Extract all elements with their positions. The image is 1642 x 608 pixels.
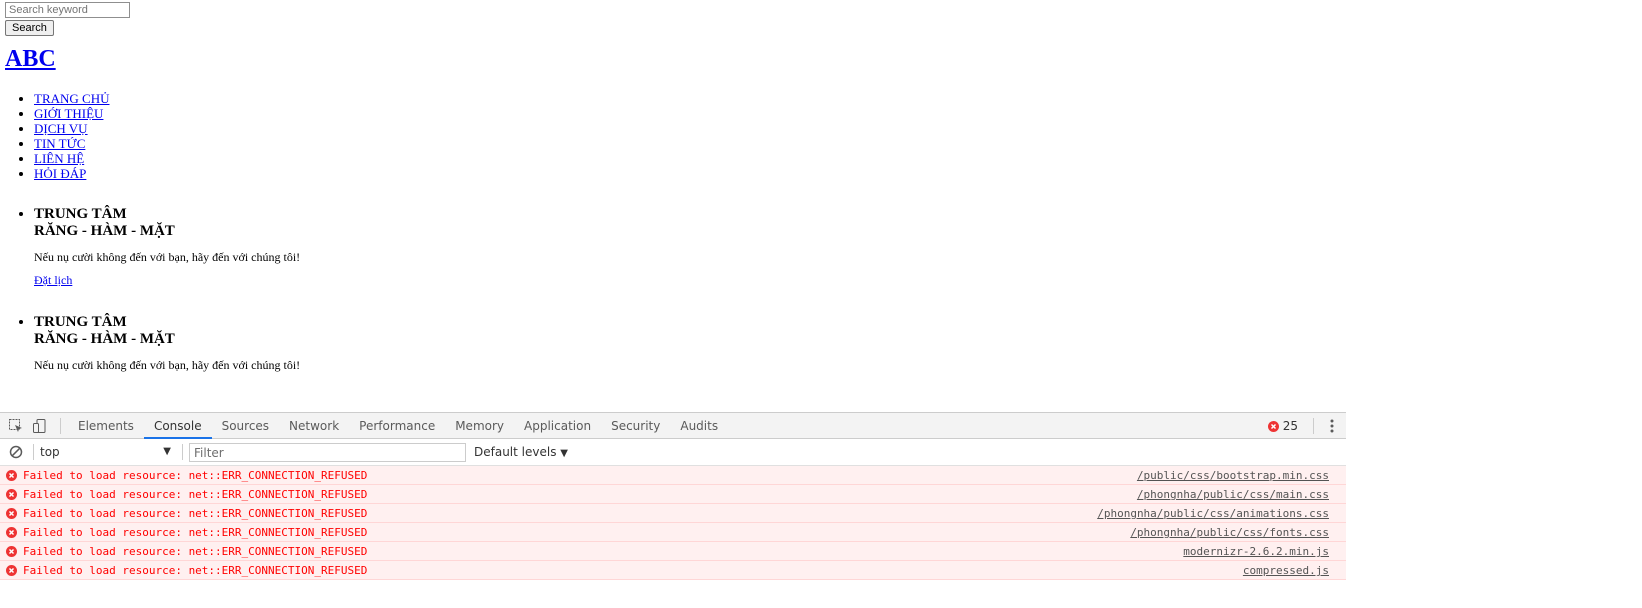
error-message: Failed to load resource: net::ERR_CONNEC… xyxy=(23,507,368,520)
error-counter[interactable]: 25 xyxy=(1267,413,1298,439)
slide-title-line2: RĂNG - HÀM - MẶT xyxy=(34,223,175,239)
nav-link-services[interactable]: DỊCH VỤ xyxy=(34,121,88,136)
nav-item: TRANG CHỦ xyxy=(34,91,109,106)
dropdown-arrow-icon: ▼ xyxy=(163,446,171,457)
tab-memory[interactable]: Memory xyxy=(445,413,514,439)
error-message: Failed to load resource: net::ERR_CONNEC… xyxy=(23,545,368,558)
error-source-link[interactable]: compressed.js xyxy=(1243,562,1329,579)
console-toolbar: top ▼ Default levels ▼ xyxy=(0,439,1346,466)
device-toolbar-icon[interactable] xyxy=(32,418,48,434)
console-error-row: Failed to load resource: net::ERR_CONNEC… xyxy=(0,466,1346,485)
hero-slider: TRUNG TÂM RĂNG - HÀM - MẶT Nếu nụ cười k… xyxy=(0,193,300,372)
error-count: 25 xyxy=(1282,419,1298,433)
error-source-link[interactable]: /public/css/bootstrap.min.css xyxy=(1137,467,1329,484)
error-icon xyxy=(6,489,17,500)
error-source-link[interactable]: /phongnha/public/css/main.css xyxy=(1137,486,1329,503)
error-message: Failed to load resource: net::ERR_CONNEC… xyxy=(23,469,368,482)
error-source-link[interactable]: /phongnha/public/css/animations.css xyxy=(1097,505,1329,522)
log-levels-select[interactable]: Default levels ▼ xyxy=(474,443,568,461)
nav-link-home[interactable]: TRANG CHỦ xyxy=(34,91,109,106)
slide: TRUNG TÂM RĂNG - HÀM - MẶT Nếu nụ cười k… xyxy=(34,193,300,287)
slide-title: TRUNG TÂM RĂNG - HÀM - MẶT xyxy=(34,314,300,348)
nav-item: LIÊN HỆ xyxy=(34,151,109,166)
book-appointment-link[interactable]: Đặt lịch xyxy=(34,273,300,287)
inspect-element-icon[interactable] xyxy=(8,418,24,434)
error-icon xyxy=(6,565,17,576)
site-logo-link[interactable]: ABC xyxy=(5,46,56,72)
slide-title-line1: TRUNG TÂM xyxy=(34,206,127,222)
site-logo: ABC xyxy=(5,46,56,73)
nav-item: DỊCH VỤ xyxy=(34,121,109,136)
slide-title-line2: RĂNG - HÀM - MẶT xyxy=(34,331,175,347)
console-error-row: Failed to load resource: net::ERR_CONNEC… xyxy=(0,485,1346,504)
console-error-row: Failed to load resource: net::ERR_CONNEC… xyxy=(0,542,1346,561)
clear-console-icon[interactable] xyxy=(8,444,24,460)
tab-network[interactable]: Network xyxy=(279,413,349,439)
slide: TRUNG TÂM RĂNG - HÀM - MẶT Nếu nụ cười k… xyxy=(34,301,300,372)
tab-audits[interactable]: Audits xyxy=(670,413,728,439)
tab-console[interactable]: Console xyxy=(143,413,212,439)
toolbar-divider xyxy=(60,418,61,434)
error-icon xyxy=(6,508,17,519)
slide-title: TRUNG TÂM RĂNG - HÀM - MẶT xyxy=(34,206,300,240)
more-options-icon[interactable] xyxy=(1328,418,1336,434)
console-error-row: Failed to load resource: net::ERR_CONNEC… xyxy=(0,561,1346,580)
search-input[interactable] xyxy=(5,2,130,18)
console-messages: Failed to load resource: net::ERR_CONNEC… xyxy=(0,466,1346,580)
tab-application[interactable]: Application xyxy=(514,413,601,439)
main-nav: TRANG CHỦ GIỚI THIỆU DỊCH VỤ TIN TỨC LIÊ… xyxy=(0,91,109,181)
web-page: Search ABC TRANG CHỦ GIỚI THIỆU DỊCH VỤ … xyxy=(0,0,1642,412)
context-select[interactable]: top ▼ xyxy=(40,443,175,461)
context-value: top xyxy=(40,445,60,459)
tab-security[interactable]: Security xyxy=(601,413,670,439)
nav-item: HỎI ĐÁP xyxy=(34,166,109,181)
devtools-tabs: Elements Console Sources Network Perform… xyxy=(68,413,728,439)
toolbar-divider xyxy=(33,444,34,460)
log-levels-value: Default levels xyxy=(474,445,557,459)
nav-link-faq[interactable]: HỎI ĐÁP xyxy=(34,166,86,181)
error-source-link[interactable]: modernizr-2.6.2.min.js xyxy=(1183,543,1329,560)
nav-item: GIỚI THIỆU xyxy=(34,106,109,121)
error-icon xyxy=(6,470,17,481)
tab-performance[interactable]: Performance xyxy=(349,413,445,439)
toolbar-divider xyxy=(182,444,183,460)
tab-sources[interactable]: Sources xyxy=(212,413,279,439)
nav-link-about[interactable]: GIỚI THIỆU xyxy=(34,106,103,121)
error-icon xyxy=(6,546,17,557)
error-icon xyxy=(1267,420,1279,432)
slide-text: Nếu nụ cười không đến với bạn, hãy đến v… xyxy=(34,358,301,372)
error-message: Failed to load resource: net::ERR_CONNEC… xyxy=(23,564,368,577)
slide-text: Nếu nụ cười không đến với bạn, hãy đến v… xyxy=(34,250,301,264)
error-message: Failed to load resource: net::ERR_CONNEC… xyxy=(23,526,368,539)
error-source-link[interactable]: /phongnha/public/css/fonts.css xyxy=(1130,524,1329,541)
nav-item: TIN TỨC xyxy=(34,136,109,151)
console-error-row: Failed to load resource: net::ERR_CONNEC… xyxy=(0,523,1346,542)
nav-link-news[interactable]: TIN TỨC xyxy=(34,136,85,151)
devtools-tabbar: Elements Console Sources Network Perform… xyxy=(0,412,1346,439)
console-error-row: Failed to load resource: net::ERR_CONNEC… xyxy=(0,504,1346,523)
error-icon xyxy=(6,527,17,538)
slide-title-line1: TRUNG TÂM xyxy=(34,314,127,330)
error-message: Failed to load resource: net::ERR_CONNEC… xyxy=(23,488,368,501)
dropdown-arrow-icon: ▼ xyxy=(560,448,568,459)
search-form: Search xyxy=(5,2,130,36)
console-filter-input[interactable] xyxy=(189,443,466,462)
devtools-panel: Elements Console Sources Network Perform… xyxy=(0,412,1346,608)
nav-link-contact[interactable]: LIÊN HỆ xyxy=(34,151,84,166)
toolbar-divider xyxy=(1313,418,1314,434)
tab-elements[interactable]: Elements xyxy=(68,413,144,439)
search-button[interactable]: Search xyxy=(5,20,54,36)
